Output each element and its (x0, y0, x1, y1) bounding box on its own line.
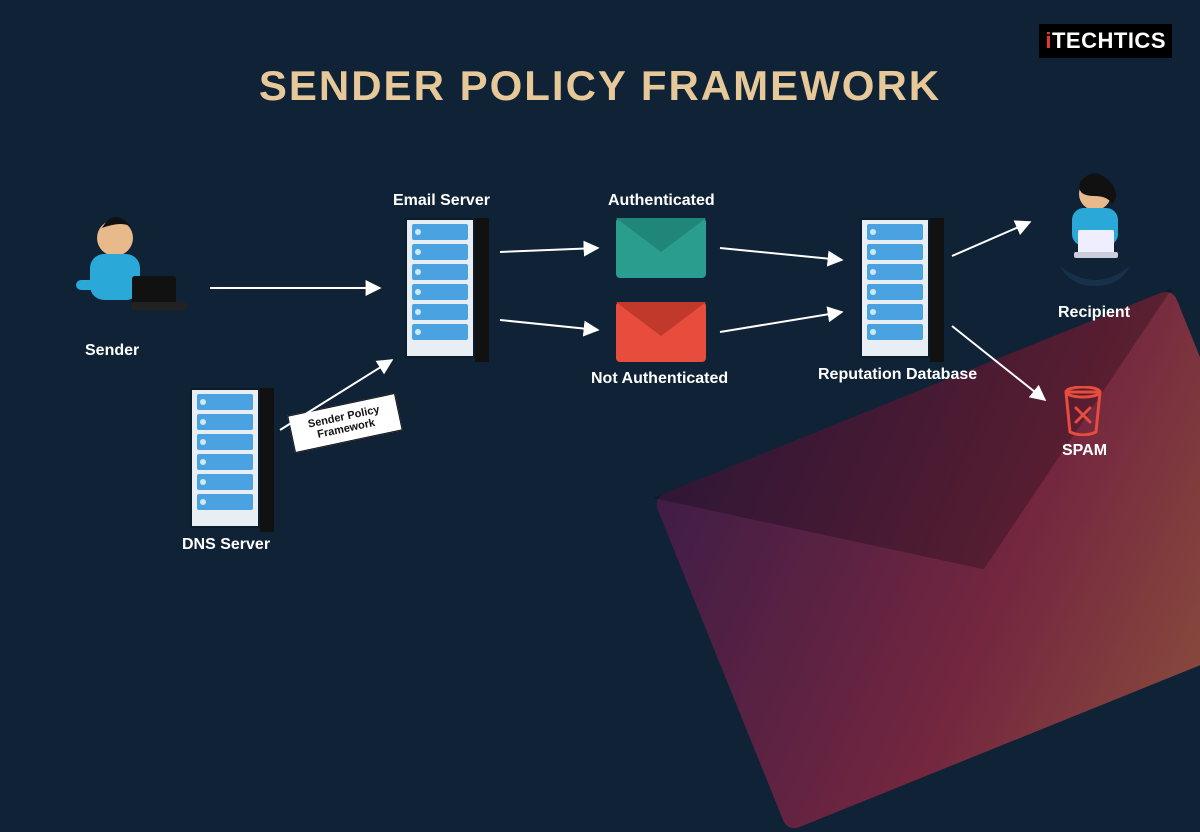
spam-label: SPAM (1062, 442, 1107, 460)
diagram-title: SENDER POLICY FRAMEWORK (0, 62, 1200, 110)
brand-prefix: i (1045, 28, 1052, 53)
brand-logo: iTECHTICS (1039, 24, 1172, 58)
arrow-noauth-to-rep (720, 312, 842, 332)
arrow-auth-to-rep (720, 248, 842, 260)
recipient-label: Recipient (1058, 304, 1130, 322)
email-server-label: Email Server (393, 192, 490, 210)
recipient-illustration (1030, 172, 1160, 302)
brand-suffix: TICS (1114, 28, 1166, 53)
reputation-db-icon (860, 218, 930, 358)
arrow-server-to-auth (500, 248, 598, 252)
reputation-label: Reputation Database (818, 366, 977, 384)
dns-label: DNS Server (182, 536, 270, 554)
spf-tag: Sender Policy Framework (287, 393, 403, 453)
arrow-rep-to-recipient (952, 222, 1030, 256)
sender-label: Sender (85, 342, 139, 360)
arrow-server-to-noauth (500, 320, 598, 330)
dns-server-icon (190, 388, 260, 528)
not-authenticated-envelope-icon (616, 302, 706, 362)
sender-illustration (60, 210, 200, 340)
spam-bin-icon (1060, 386, 1106, 436)
authenticated-label: Authenticated (608, 192, 715, 210)
brand-mid: TECH (1052, 28, 1114, 53)
not-authenticated-label: Not Authenticated (591, 370, 728, 388)
email-server-icon (405, 218, 475, 358)
authenticated-envelope-icon (616, 218, 706, 278)
